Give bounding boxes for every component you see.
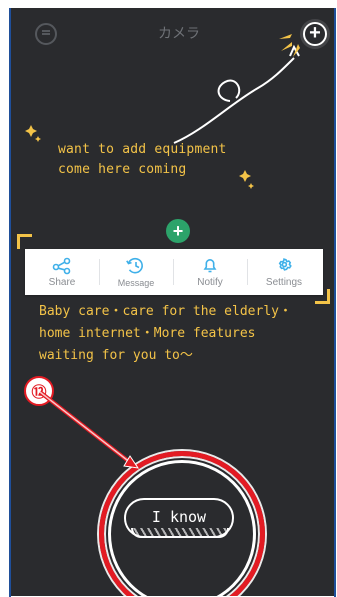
notify-label: Notify	[197, 277, 223, 288]
highlight-bracket-top-left	[17, 234, 32, 249]
message-label: Message	[117, 278, 155, 288]
history-icon	[99, 255, 173, 275]
frame-left-edge	[9, 8, 11, 597]
feature-line-1: Baby care・care for the elderly・	[39, 304, 292, 319]
device-action-bar: Share Message Notify Settings	[25, 249, 323, 295]
guide-line-2: come here coming	[58, 162, 187, 177]
settings-label: Settings	[265, 277, 303, 288]
feature-line-2: home internet・More features	[39, 326, 256, 341]
gear-icon	[247, 255, 321, 275]
menu-circle-icon[interactable]	[35, 23, 57, 45]
feature-line-3: waiting for you to～	[39, 348, 193, 363]
notify-button[interactable]: Notify	[173, 249, 247, 295]
settings-button[interactable]: Settings	[247, 249, 321, 295]
share-label: Share	[48, 277, 76, 288]
share-button[interactable]: Share	[25, 249, 99, 295]
app-screen: カメラ + want to add equipment come here co…	[10, 8, 335, 596]
i-know-button[interactable]: I know	[124, 498, 234, 538]
step-number-badge: ⑫	[24, 376, 54, 406]
frame-right-edge	[334, 8, 336, 597]
share-icon	[25, 255, 99, 275]
bell-icon	[173, 255, 247, 275]
add-device-button[interactable]: +	[303, 22, 327, 46]
message-button[interactable]: Message	[99, 249, 173, 295]
page-title: カメラ	[158, 26, 200, 42]
guide-line-1: want to add equipment	[58, 142, 227, 157]
top-bar: カメラ +	[11, 8, 335, 56]
floating-add-button[interactable]: +	[166, 219, 190, 243]
